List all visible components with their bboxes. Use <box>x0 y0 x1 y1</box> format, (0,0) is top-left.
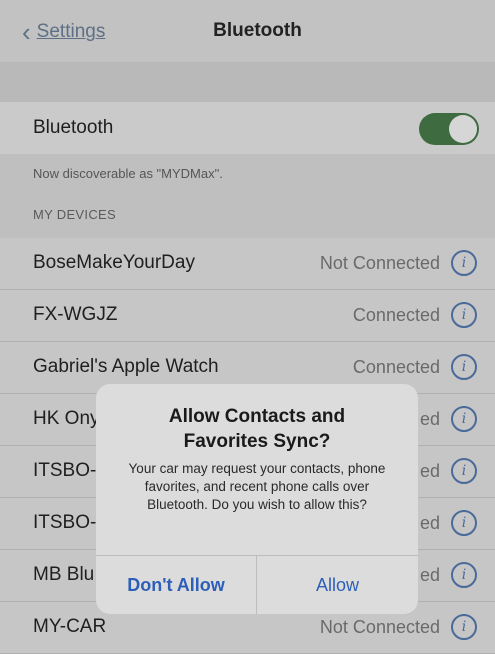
alert-title: Allow Contacts and Favorites Sync? <box>168 406 346 452</box>
device-row[interactable]: BoseMakeYourDay Not Connected i <box>0 238 495 290</box>
info-icon[interactable]: i <box>451 614 477 640</box>
info-icon[interactable]: i <box>451 354 477 380</box>
device-status: Not Connected <box>319 253 440 273</box>
toggle-knob <box>449 115 477 143</box>
device-status: ed <box>419 565 440 585</box>
info-icon[interactable]: i <box>451 458 477 484</box>
device-status: Connected <box>352 305 440 325</box>
discoverable-note: Now discoverable as "MYDMax". <box>33 166 223 181</box>
device-name: HK Ony <box>33 408 100 429</box>
my-devices-header: MY DEVICES <box>33 207 116 222</box>
page-title: Bluetooth <box>213 20 302 41</box>
bluetooth-label: Bluetooth <box>33 117 114 138</box>
alert-button-bar: Don't Allow Allow <box>96 555 418 614</box>
device-name: ITSBO- <box>33 460 97 481</box>
bluetooth-toggle[interactable] <box>419 113 479 145</box>
device-status: ed <box>419 409 440 429</box>
device-name: FX-WGJZ <box>33 304 118 325</box>
device-name: MB Blu <box>33 564 95 585</box>
info-icon[interactable]: i <box>451 302 477 328</box>
info-icon[interactable]: i <box>451 510 477 536</box>
info-icon[interactable]: i <box>451 406 477 432</box>
bluetooth-row: Bluetooth <box>0 102 495 154</box>
device-status: ed <box>419 461 440 481</box>
allow-button[interactable]: Allow <box>257 556 418 614</box>
navigation-bar: ‹ Settings Bluetooth <box>0 0 495 62</box>
sync-alert-dialog: Allow Contacts and Favorites Sync? Your … <box>96 384 418 614</box>
device-name: Gabriel's Apple Watch <box>33 356 219 377</box>
device-row[interactable]: FX-WGJZ Connected i <box>0 290 495 342</box>
dont-allow-button[interactable]: Don't Allow <box>96 556 256 614</box>
device-status: Connected <box>352 357 440 377</box>
device-name: ITSBO- <box>33 512 97 533</box>
device-name: BoseMakeYourDay <box>33 252 195 273</box>
device-status: ed <box>419 513 440 533</box>
info-icon[interactable]: i <box>451 250 477 276</box>
section-spacer <box>0 62 495 102</box>
alert-message: Your car may request your contacts, phon… <box>128 461 386 512</box>
info-icon[interactable]: i <box>451 562 477 588</box>
